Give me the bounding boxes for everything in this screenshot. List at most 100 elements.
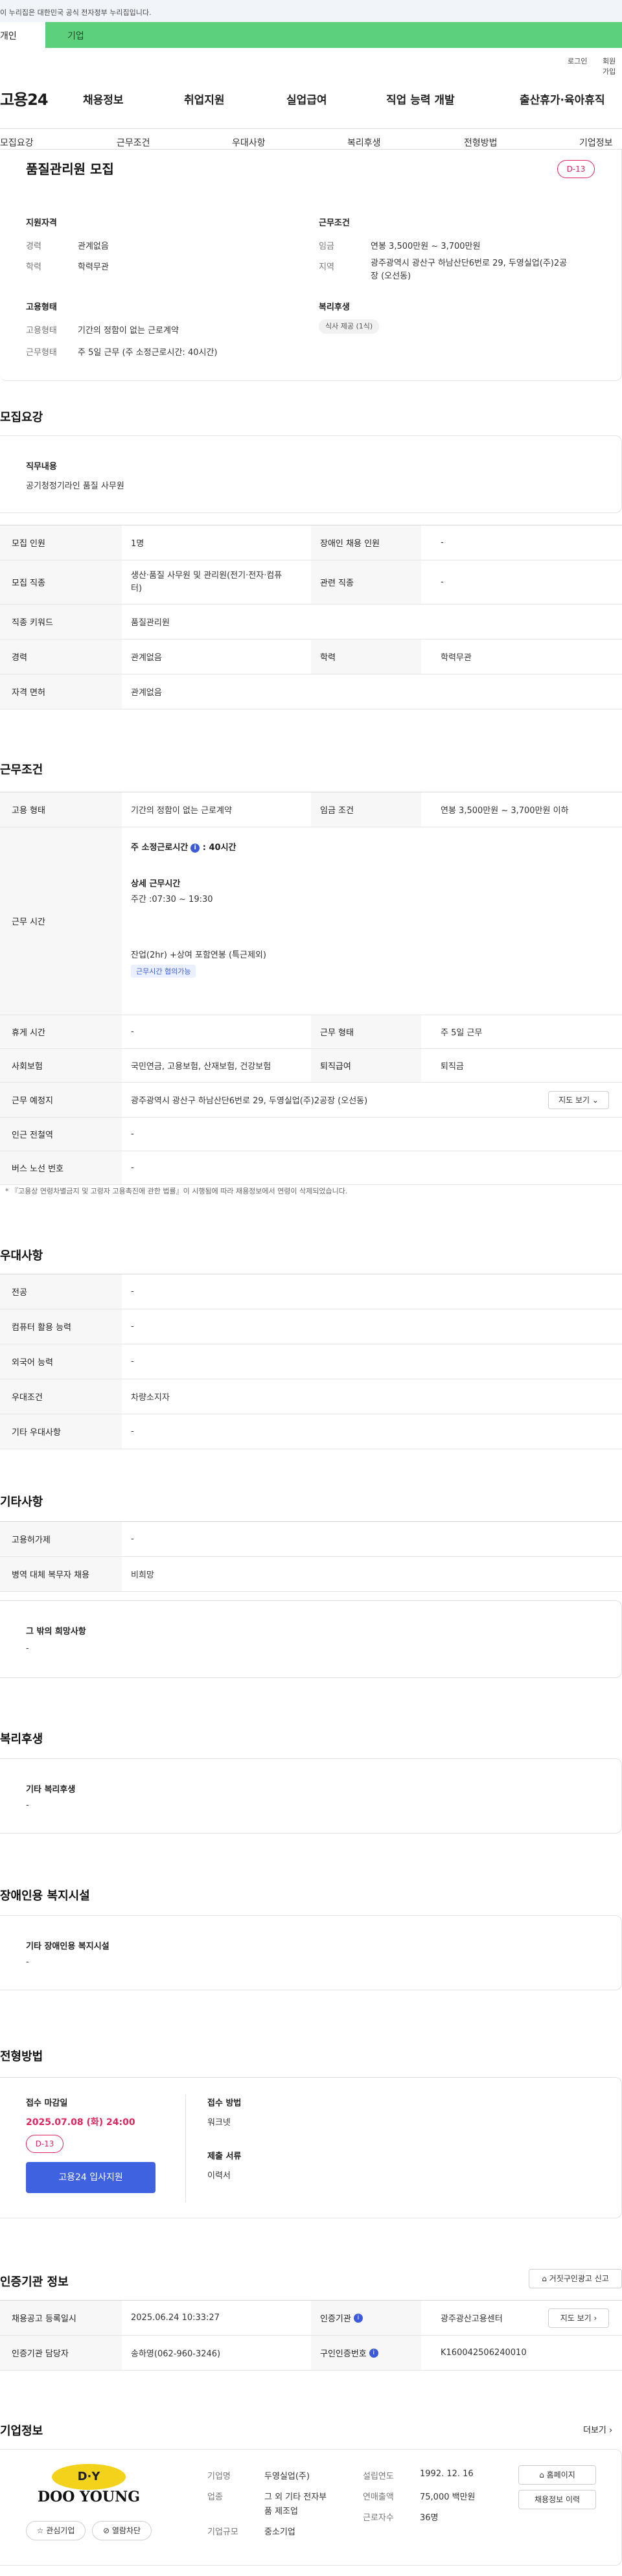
cond-title: 근무조건 [319,218,350,228]
homepage-button-label: 홈페이지 [546,2470,575,2479]
table-row: 모집 직종 생산·품질 사무원 및 관리원(전기·전자·컴퓨 터) 관련 직종 - [0,560,622,604]
disability-title: 장애인용 복지시설 [0,1889,90,1903]
job-title: 품질관리원 모집 [26,161,114,177]
weekly-hours-label: 주 소정근로시간 [131,843,189,853]
emp-label: 고용형태 [26,326,57,336]
disability-box: 기타 장애인용 복지시설 - [0,1915,622,1990]
logo-name: DOO YOUNG [37,2489,141,2505]
wish-box: 그 밖의 희망사항 - [0,1600,622,1678]
gnb-vocational-training[interactable]: 직업 능력 개발 [386,91,455,107]
td-career: 관계없음 [131,653,162,663]
tab-selection[interactable]: 전형방법 [464,136,498,149]
table-row: 근무 시간 주 소정근로시간 i : 40시간 상세 근무시간 주간 :07:30… [0,827,622,1015]
td-license: 관계없음 [131,688,162,698]
info-icon[interactable]: i [353,2313,363,2323]
employees-value: 36명 [420,2513,439,2523]
homepage-button[interactable]: ⌂ 홈페이지 [518,2465,596,2485]
table-row: 직종 키워드 품질관리원 [0,604,622,639]
info-icon[interactable]: i [369,2348,378,2358]
emp-title: 고용형태 [26,303,57,312]
weekly-hours-value: : 40시간 [202,843,236,853]
disability-box-value: - [26,1957,29,1967]
employees-label: 근로자수 [363,2513,394,2523]
td-location: 광주광역시 광산구 하남산단6번로 29, 두영실업(주)2공장 (오선동) [131,1096,368,1106]
duty-box: 직무내용 공기청정기라인 품질 사무원 [0,435,622,513]
td-military: 비희망 [131,1570,154,1580]
table-row: 고용허가제 - [0,1522,622,1557]
star-icon: ☆ [36,2526,44,2535]
method-label: 접수 방법 [207,2099,242,2108]
tab-welfare[interactable]: 복리후생 [347,136,381,149]
tab-recruit[interactable]: 모집요강 [0,136,34,149]
cert-map-button[interactable]: 지도 보기 › [548,2308,609,2328]
industry-label: 업종 [207,2492,223,2502]
welfare-box-value: - [26,1800,29,1810]
td-occupation: 생산·품질 사무원 및 관리원(전기·전자·컴퓨 터) [131,560,282,604]
table-row: 버스 노선 번호 - [0,1151,622,1185]
gnb-parental-leave[interactable]: 출산휴가·육아휴직 [520,91,605,107]
block-icon: ⊘ [102,2526,110,2535]
negotiable-tag: 근무시간 협의가능 [131,965,196,978]
th-subway: 인근 전철역 [0,1118,122,1151]
selection-title: 전형방법 [0,2050,43,2064]
tab-company[interactable]: 기업정보 [579,136,613,149]
job-summary-card: 품질관리원 모집 D-13 지원자격 경력 관계없음 학력 학력무관 근무조건 … [0,149,622,381]
th-computer: 컴퓨터 활용 능력 [0,1309,122,1344]
favorite-button[interactable]: ☆ 관심기업 [26,2521,86,2540]
report-button[interactable]: ⌂ 거짓구인광고 신고 [529,2269,622,2288]
house-icon: ⌂ [542,2274,547,2283]
th-disabled: 장애인 채용 인원 [311,525,421,560]
td-emptype: 기간의 정함이 없는 근로계약 [131,806,232,816]
edu-value: 학력무관 [78,262,109,272]
career-value: 관계없음 [78,242,109,251]
welfare-box: 기타 복리후생 - [0,1758,622,1834]
table-row: 우대조건 차량소지자 [0,1379,622,1414]
td-insurance: 국민연금, 고용보험, 산재보험, 건강보험 [131,1062,271,1072]
wish-value: - [26,1644,29,1653]
wish-title: 그 밖의 희망사항 [26,1627,86,1637]
home-icon: ⌂ [539,2470,544,2479]
gnb-unemployment-benefit[interactable]: 실업급여 [286,91,327,107]
th-cert-no: 구인인증번호 i [311,2336,421,2370]
tab-preferences[interactable]: 우대사항 [232,136,266,149]
welfare-section-title: 복리후생 [0,1732,43,1746]
cert-map-button-label: 지도 보기 [560,2314,592,2323]
th-hours: 근무 시간 [0,827,122,1015]
etc-title: 기타사항 [0,1495,43,1509]
th-edu: 학력 [311,639,421,674]
est-value: 1992. 12. 16 [420,2469,474,2479]
td-cert-no: K160042506240010 [441,2348,527,2358]
td-other-pref: - [131,1427,134,1436]
login-link[interactable]: 로그인 [568,56,587,66]
region-value-2: 장 (오선동) [371,271,411,281]
gnb-jobs[interactable]: 채용정보 [83,91,124,107]
history-button[interactable]: 채용정보 이력 [518,2490,596,2509]
th-related: 관련 직종 [311,560,421,604]
table-row: 외국어 능력 - [0,1344,622,1379]
signup-link[interactable]: 회원가입 [603,56,622,76]
worktype-label: 근무형태 [26,348,57,358]
duty-text: 공기청정기라인 품질 사무원 [26,481,124,491]
tab-company[interactable]: 기업 [45,22,622,48]
td-wage: 연봉 3,500만원 ~ 3,700만원 이하 [441,806,569,816]
welfare-pill: 식사 제공 (1식) [319,319,380,334]
block-button[interactable]: ⊘ 열람차단 [92,2521,152,2540]
gnb-employment-support[interactable]: 취업지원 [184,91,225,107]
site-logo[interactable]: 고용24 [0,87,49,109]
th-headcount: 모집 인원 [0,525,122,560]
more-link[interactable]: 더보기 › [583,2423,612,2435]
td-permit: - [131,1534,134,1544]
th-location: 근무 예정지 [0,1083,122,1117]
th-registered: 채용공고 등록일시 [0,2301,122,2335]
th-occupation: 모집 직종 [0,560,122,604]
chevron-down-icon: ⌄ [592,1096,599,1105]
map-button[interactable]: 지도 보기 ⌄ [548,1091,609,1109]
tab-conditions[interactable]: 근무조건 [117,136,150,149]
td-severance: 퇴직금 [441,1062,464,1072]
td-headcount: 1명 [131,539,144,549]
tab-personal[interactable]: 개인 [0,22,45,48]
table-row: 근무 예정지 광주광역시 광산구 하남산단6번로 29, 두영실업(주)2공장 (… [0,1083,622,1118]
info-icon[interactable]: i [190,843,200,853]
td-computer: - [131,1322,134,1331]
apply-button[interactable]: 고용24 입사지원 [26,2162,156,2193]
